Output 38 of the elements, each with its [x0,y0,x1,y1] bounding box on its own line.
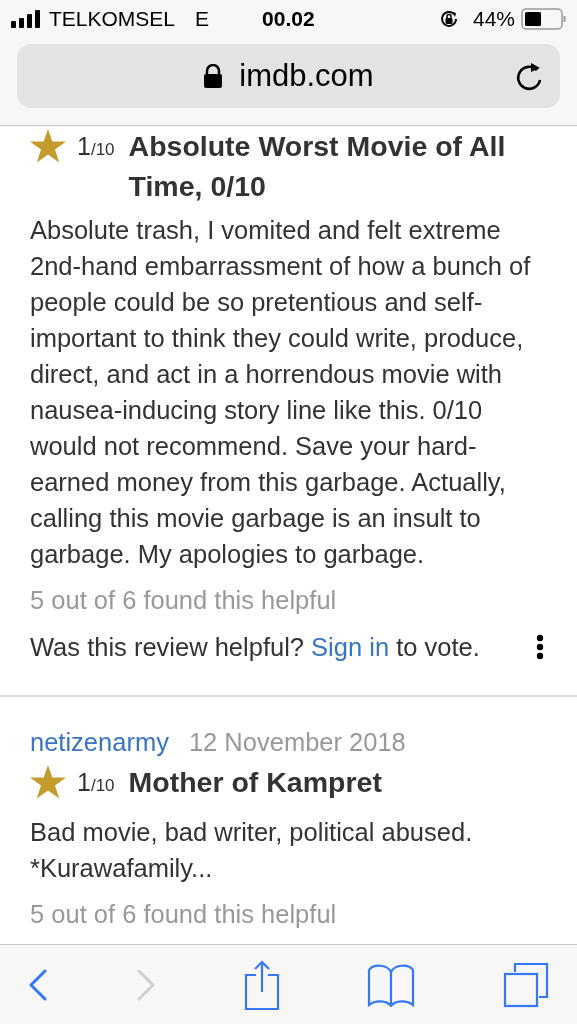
share-icon [243,959,280,1010]
book-icon [367,962,416,1007]
address-bar[interactable]: imdb.com [17,44,560,108]
rating-value: 1 [77,767,91,798]
share-button[interactable] [243,959,280,1010]
rating-scale: /10 [90,776,115,797]
star-icon [30,765,66,799]
more-options-button[interactable] [535,634,545,660]
battery-percent: 44% [472,6,515,33]
star-icon [30,129,66,163]
tabs-icon [503,961,549,1008]
forward-icon [135,968,156,1001]
lock-icon [203,63,224,89]
review-text: Bad movie, bad writer, political abused. *Kurawafamily... [30,817,474,884]
reload-icon [514,61,544,93]
reload-button[interactable] [514,61,544,93]
helpful-count: 5 out of 6 found this helpful [30,899,338,929]
battery-icon [521,8,566,30]
back-button[interactable] [28,968,48,1001]
rating-scale: /10 [90,140,115,161]
sign-in-link[interactable]: Sign in [311,633,390,661]
back-icon [28,968,48,1001]
kebab-icon [536,634,544,660]
review-text: Absolute trash, I vomited and felt extreme 2nd-hand embarrassment of how a bunch of people could be so pretentious and self-important to think they could write, produce, direct, and act in a horrendous movie with nausea-inducing story line like this. 0/10 would not recommend. Save your hard-earned money from this garbage. Actually, calling this movie garbage is an insult to garbage. My apologies to garbage. [30,215,532,570]
vote-prompt: Was this review helpful? Sign in to vote. [30,632,480,662]
carrier-name: TELKOMSEL [49,6,176,33]
network-type: E [195,6,210,33]
review-title: Mother of Kampret [128,765,382,800]
review-title: Absolute Worst Movie of All Time, 0/10 [128,129,507,204]
author-link[interactable]: netizenarmy [30,727,169,757]
tabs-button[interactable] [503,961,549,1008]
review-date: 12 November 2018 [188,727,406,757]
rating-value: 1 [77,131,91,162]
helpful-count: 5 out of 6 found this helpful [30,585,338,615]
bookmarks-button[interactable] [367,962,416,1007]
signal-icon [11,10,41,28]
clock-time: 00.02 [262,6,315,33]
url-text: imdb.com [239,56,374,95]
